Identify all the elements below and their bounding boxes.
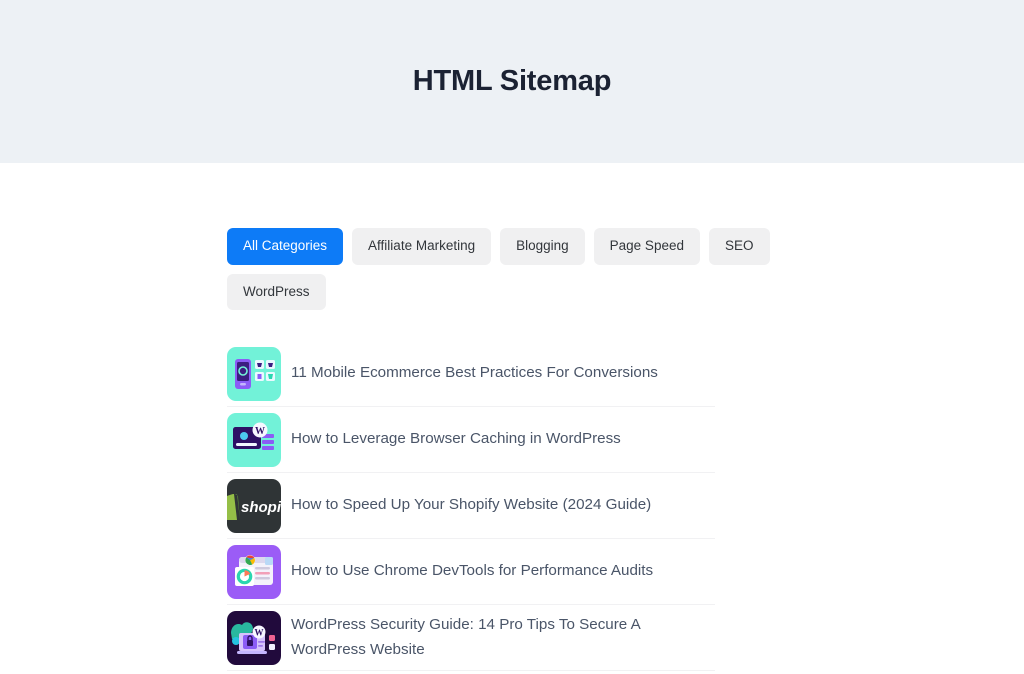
main-content: All Categories Affiliate Marketing Blogg… (0, 163, 1024, 674)
category-filter-bar: All Categories Affiliate Marketing Blogg… (227, 228, 804, 310)
content-container: All Categories Affiliate Marketing Blogg… (220, 228, 804, 674)
svg-text:W: W (255, 426, 265, 437)
list-item[interactable]: W WordPress Security Guide: 14 Pro Tips … (227, 605, 715, 671)
svg-text:shopif: shopif (241, 499, 281, 516)
filter-page-speed[interactable]: Page Speed (593, 228, 700, 265)
mobile-ecommerce-thumbnail (227, 346, 281, 401)
list-item[interactable]: 11 Mobile Ecommerce Best Practices For C… (227, 341, 715, 407)
page-header: HTML Sitemap (0, 0, 1024, 163)
filter-affiliate-marketing[interactable]: Affiliate Marketing (352, 228, 492, 265)
filter-blogging[interactable]: Blogging (500, 228, 585, 265)
sitemap-link[interactable]: 11 Mobile Ecommerce Best Practices For C… (291, 361, 658, 386)
page-title: HTML Sitemap (412, 65, 612, 97)
chrome-devtools-thumbnail (227, 544, 281, 599)
filter-all-categories[interactable]: All Categories (227, 228, 344, 265)
sitemap-link[interactable]: How to Leverage Browser Caching in WordP… (291, 427, 621, 452)
wordpress-security-thumbnail: W (227, 610, 281, 665)
shopify-logo-thumbnail: shopif (227, 478, 281, 533)
sitemap-link[interactable]: How to Use Chrome DevTools for Performan… (291, 559, 653, 584)
list-item[interactable]: W How to Leverage Browser Caching in Wor… (227, 407, 715, 473)
sitemap-list: 11 Mobile Ecommerce Best Practices For C… (227, 341, 715, 674)
list-item[interactable]: How to Use Chrome DevTools for Performan… (227, 539, 715, 605)
filter-wordpress[interactable]: WordPress (227, 273, 326, 310)
svg-text:W: W (255, 627, 264, 637)
browser-caching-thumbnail: W (227, 412, 281, 467)
filter-seo[interactable]: SEO (708, 228, 770, 265)
sitemap-link[interactable]: WordPress Security Guide: 14 Pro Tips To… (291, 613, 715, 662)
list-item[interactable]: shopif How to Speed Up Your Shopify Webs… (227, 473, 715, 539)
sitemap-link[interactable]: How to Speed Up Your Shopify Website (20… (291, 493, 651, 518)
